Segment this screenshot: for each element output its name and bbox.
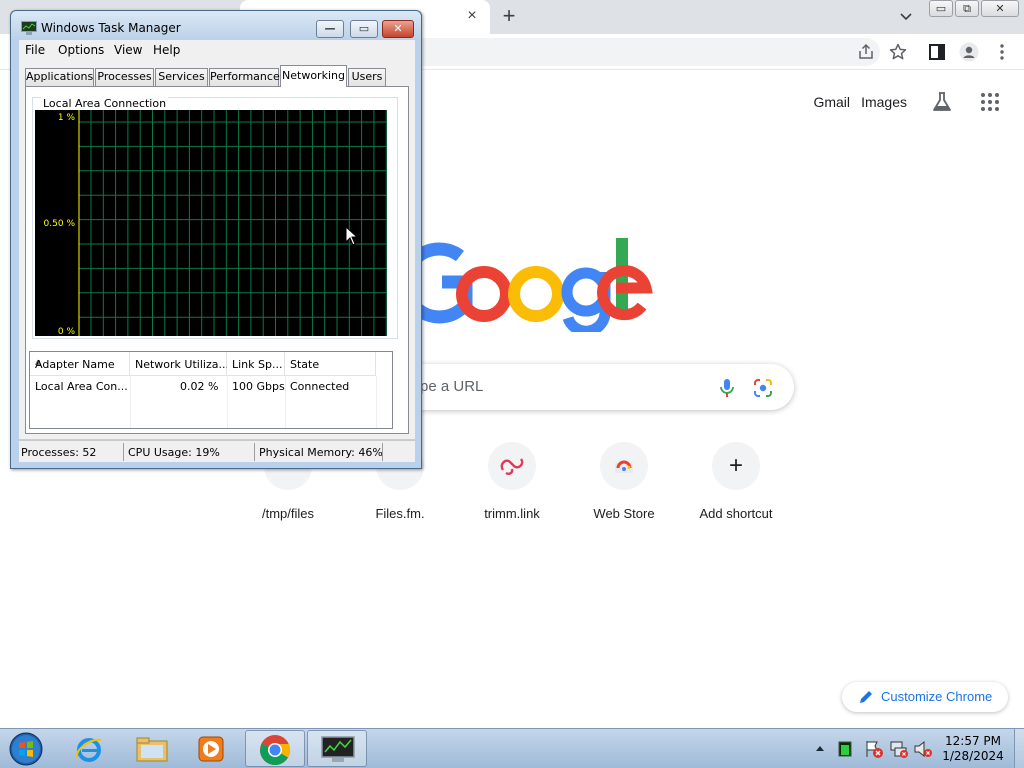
tab-search-chevron-icon[interactable]: [896, 6, 916, 26]
new-tab-button[interactable]: +: [498, 4, 520, 28]
status-bar: Processes: 52 CPU Usage: 19% Physical Me…: [19, 440, 415, 462]
tray-performance-meter-icon[interactable]: [838, 739, 852, 759]
volume-muted-icon[interactable]: [913, 739, 933, 759]
cell-state: Connected: [290, 380, 350, 393]
bookmark-star-icon[interactable]: [888, 42, 908, 62]
share-icon[interactable]: [856, 42, 876, 62]
network-graph-group: Local Area Connection 1 % 0.50 % 0 %: [32, 97, 398, 339]
labs-flask-icon[interactable]: [930, 90, 954, 114]
trimm-link-icon: [488, 442, 536, 490]
action-center-flag-icon[interactable]: [864, 739, 884, 759]
web-store-icon: [600, 442, 648, 490]
tab-users[interactable]: Users: [348, 68, 386, 86]
networking-panel: Local Area Connection 1 % 0.50 % 0 % ▲ A…: [25, 86, 409, 434]
shortcut-label: /tmp/files: [261, 506, 314, 521]
menu-bar: File Options View Help: [19, 40, 415, 60]
tm-minimize-button[interactable]: —: [316, 20, 344, 38]
menu-help[interactable]: Help: [153, 43, 180, 57]
apps-grid-icon[interactable]: [980, 92, 1000, 112]
explorer-folder-icon: [136, 737, 168, 762]
network-utilization-graph: 1 % 0.50 % 0 %: [35, 110, 387, 336]
taskbar-media-player[interactable]: [182, 730, 242, 767]
search-placeholder: pe a URL: [420, 378, 484, 395]
media-player-icon: [198, 736, 224, 762]
tab-close-icon[interactable]: ×: [462, 6, 482, 26]
show-desktop-button[interactable]: [1014, 729, 1024, 768]
voice-search-icon[interactable]: [718, 378, 736, 398]
task-manager-titlebar[interactable]: Windows Task Manager — ▭ ✕: [11, 11, 421, 39]
tab-applications[interactable]: Applications: [25, 68, 94, 86]
status-processes: Processes: 52: [21, 446, 97, 459]
window-title: Windows Task Manager: [41, 21, 181, 35]
task-manager-app-icon: [21, 21, 37, 35]
images-link[interactable]: Images: [861, 94, 907, 110]
menu-file[interactable]: File: [25, 43, 45, 57]
tm-maximize-button[interactable]: ▭: [350, 20, 378, 38]
tab-performance[interactable]: Performance: [209, 68, 280, 86]
chrome-menu-icon[interactable]: [992, 42, 1012, 62]
mouse-cursor-icon: [345, 226, 359, 246]
column-header-network-utilization[interactable]: Network Utiliza...: [130, 352, 229, 376]
gmail-link[interactable]: Gmail: [813, 94, 850, 110]
customize-chrome-button[interactable]: Customize Chrome: [842, 682, 1008, 712]
show-hidden-icons-icon[interactable]: [814, 739, 826, 759]
taskbar-task-manager[interactable]: [307, 730, 367, 767]
adapter-table: ▲ Adapter Name Network Utiliza... Link S…: [29, 351, 393, 429]
cell-adapter-name: Local Area Con...: [35, 380, 128, 393]
chrome-icon: [260, 735, 291, 766]
shortcut-label: Add shortcut: [699, 506, 773, 521]
close-button[interactable]: ✕: [981, 0, 1019, 17]
profile-avatar-icon[interactable]: [959, 42, 979, 62]
column-header-link-speed[interactable]: Link Sp...: [227, 352, 285, 376]
scale-label-top: 1 %: [58, 113, 76, 123]
cell-link-speed: 100 Gbps: [232, 380, 285, 393]
side-panel-icon[interactable]: [927, 42, 947, 62]
graph-background: [35, 110, 387, 336]
google-lens-icon[interactable]: [753, 378, 773, 398]
tab-services[interactable]: Services: [155, 68, 208, 86]
shortcut-label: Files.fm.: [375, 506, 425, 521]
shortcut-add[interactable]: + Add shortcut: [680, 442, 792, 532]
tm-close-button[interactable]: ✕: [382, 20, 414, 38]
shortcut-label: trimm.link: [484, 506, 540, 521]
internet-explorer-icon: [75, 738, 102, 762]
shortcut-label: Web Store: [593, 506, 655, 521]
task-manager-window: Windows Task Manager — ▭ ✕ File Options …: [10, 10, 422, 469]
restore-button[interactable]: ⧉: [955, 0, 979, 17]
window-controls: ▭ ⧉ ✕: [927, 0, 1019, 17]
task-manager-icon: [321, 736, 355, 762]
clock-date: 1/28/2024: [942, 749, 1004, 763]
taskbar-chrome[interactable]: [245, 730, 305, 767]
scale-label-bottom: 0 %: [58, 327, 76, 336]
menu-options[interactable]: Options: [58, 43, 104, 57]
maximize-icon: ▭: [358, 22, 370, 35]
taskbar-internet-explorer[interactable]: [60, 730, 120, 767]
clock-time: 12:57 PM: [945, 734, 1001, 748]
graph-title: Local Area Connection: [41, 97, 169, 110]
menu-view[interactable]: View: [114, 43, 142, 57]
minimize-button[interactable]: ▭: [929, 0, 953, 17]
taskbar-file-explorer[interactable]: [122, 730, 182, 767]
start-orb-icon[interactable]: [6, 731, 46, 767]
status-cpu-usage: CPU Usage: 19%: [128, 446, 220, 459]
taskbar: 12:57 PM 1/28/2024: [0, 728, 1024, 768]
google-logo: [408, 238, 653, 332]
column-header-state[interactable]: State: [285, 352, 376, 376]
minimize-icon: —: [324, 22, 336, 35]
tab-processes[interactable]: Processes: [95, 68, 154, 86]
shortcut-trimm-link[interactable]: trimm.link: [456, 442, 568, 532]
system-clock[interactable]: 12:57 PM 1/28/2024: [936, 734, 1010, 764]
shortcut-web-store[interactable]: Web Store: [568, 442, 680, 532]
close-icon: ✕: [393, 22, 403, 35]
task-manager-body: Applications Processes Services Performa…: [19, 60, 415, 439]
cell-utilization: 0.02 %: [180, 380, 219, 393]
scale-label-mid: 0.50 %: [44, 219, 76, 229]
network-status-icon[interactable]: [889, 739, 909, 759]
column-header-adapter-name[interactable]: ▲ Adapter Name: [30, 352, 130, 376]
tab-networking[interactable]: Networking: [280, 65, 347, 87]
customize-label: Customize Chrome: [881, 689, 993, 704]
plus-icon: +: [712, 442, 760, 490]
pencil-icon: [860, 691, 872, 703]
status-physical-memory: Physical Memory: 46%: [259, 446, 383, 459]
